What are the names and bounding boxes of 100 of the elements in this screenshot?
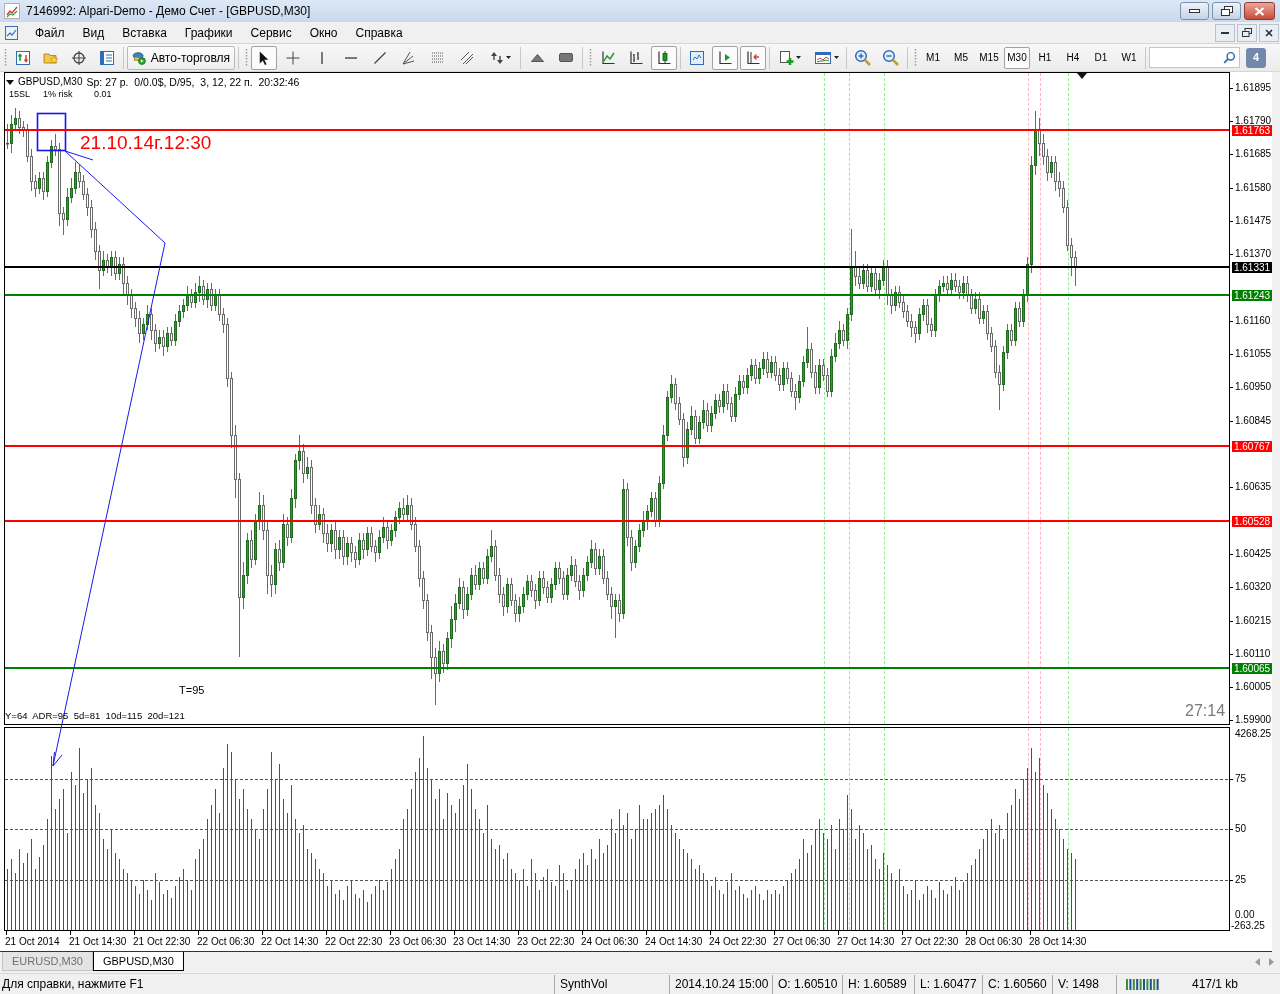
bar-chart-icon	[628, 49, 644, 66]
child-minimize-button[interactable]	[1215, 23, 1235, 42]
menu-item[interactable]: Графики	[175, 23, 242, 42]
autotrading-button[interactable]: Авто-торговля	[127, 45, 235, 70]
time-tick-label: 27 Oct 06:30	[773, 936, 831, 948]
chart-document-icon[interactable]	[4, 24, 20, 41]
price-tick-label: 1.59900	[1235, 714, 1272, 726]
grip-handle-icon[interactable]	[4, 47, 7, 68]
price-tick-label: 1.61580	[1235, 182, 1272, 194]
price-tick-label: 1.61055	[1235, 348, 1272, 360]
menu-item[interactable]: Сервис	[241, 23, 301, 42]
indicator-name: SynthVol	[560, 976, 608, 993]
close-icon	[1254, 6, 1265, 16]
time-tick-label: 21 Oct 2014	[5, 936, 60, 948]
chart-shift-button[interactable]	[740, 45, 766, 70]
search-icon[interactable]	[1223, 51, 1236, 64]
grip-handle-icon[interactable]	[245, 47, 248, 68]
down-triangle-icon[interactable]	[6, 79, 14, 85]
price-tick-label: 1.60005	[1235, 681, 1272, 693]
timeframe-button[interactable]: D1	[1088, 46, 1114, 69]
zoom-out-icon	[882, 48, 900, 67]
chart-tab[interactable]: EURUSD,M30	[2, 952, 93, 971]
page-plus-icon	[777, 49, 794, 66]
timeframe-button[interactable]: M30	[1004, 46, 1030, 69]
price-tick-label: 1.61370	[1235, 248, 1272, 260]
search-field[interactable]	[1149, 47, 1240, 68]
level-tick-label: 50	[1235, 823, 1247, 835]
price-tick-label: 1.60425	[1235, 548, 1272, 560]
time-tick-label: 22 Oct 06:30	[197, 936, 255, 948]
child-restore-button[interactable]	[1237, 23, 1257, 42]
price-tick-label: 1.60635	[1235, 481, 1272, 493]
cursor-button[interactable]	[251, 45, 277, 70]
chart-tab[interactable]: GBPUSD,M30	[92, 952, 184, 971]
high-price: H: 1.60589	[848, 976, 907, 993]
price-level-label: 1.61243	[1232, 290, 1272, 301]
timeframe-button[interactable]: W1	[1116, 46, 1142, 69]
bar-time: 2014.10.24 15:00	[675, 976, 769, 993]
price-tick-label: 1.60845	[1235, 415, 1272, 427]
dotted-grid-icon	[431, 51, 445, 64]
axis-play-icon	[717, 49, 733, 66]
crosshair-icon	[286, 50, 300, 65]
volume-value: V: 1498	[1058, 976, 1099, 993]
list-window-icon	[99, 49, 115, 66]
time-tick-label: 28 Oct 06:30	[965, 936, 1023, 948]
restore-icon	[1242, 28, 1252, 37]
price-tick-label: 1.61475	[1235, 215, 1272, 227]
timeframe-button[interactable]: M1	[920, 46, 946, 69]
fan-lines-icon	[401, 49, 417, 66]
time-tick-label: 24 Oct 22:30	[709, 936, 767, 948]
price-tick-label: 1.61790	[1235, 115, 1272, 126]
symbol-label: GBPUSD,M30	[18, 76, 83, 88]
menu-item[interactable]: Вставка	[113, 23, 176, 42]
price-level-label: 1.61763	[1232, 125, 1272, 136]
highlight-rectangle	[36, 112, 67, 152]
low-price: L: 1.60477	[920, 976, 977, 993]
level-tick-label: 75	[1235, 773, 1247, 785]
time-tick-label: 22 Oct 14:30	[261, 936, 319, 948]
chart-tile-icon	[689, 49, 705, 66]
time-tick-label: 24 Oct 06:30	[581, 936, 639, 948]
grip-handle-icon[interactable]	[589, 47, 592, 68]
time-tick-label: 23 Oct 06:30	[389, 936, 447, 948]
zoom-in-icon	[854, 48, 872, 67]
chart-arrows-icon	[15, 49, 31, 66]
messages-button[interactable]: 4	[1246, 47, 1266, 68]
menu-item[interactable]: Окно	[300, 23, 347, 42]
help-hint: Для справки, нажмите F1	[2, 976, 144, 993]
child-close-button[interactable]	[1259, 23, 1279, 42]
close-button[interactable]	[1244, 2, 1275, 20]
price-tick-label: 1.60110	[1235, 648, 1271, 660]
auto-scroll-button[interactable]	[712, 45, 738, 70]
target-icon	[71, 49, 87, 66]
cursor-icon	[259, 50, 269, 65]
range-label: T=95	[179, 684, 205, 697]
time-tick-label: 21 Oct 14:30	[69, 936, 127, 948]
timeframe-button[interactable]: H1	[1032, 46, 1058, 69]
menu-item[interactable]: Файл	[26, 23, 74, 42]
spread-info: Sp: 27 p. 0/0.0$, D/95, 3, 12, 22 п. 20:32:46	[86, 76, 300, 88]
axis-arrow-icon	[745, 49, 761, 66]
caret-icon	[505, 56, 511, 59]
level-tick-label: 25	[1235, 874, 1247, 886]
timeframe-button[interactable]: M15	[976, 46, 1002, 69]
horizontal-line-icon	[345, 56, 357, 59]
minimize-button[interactable]	[1180, 2, 1209, 20]
menu-item[interactable]: Справка	[346, 23, 412, 42]
price-level-label: 1.60767	[1232, 441, 1272, 452]
timeframe-button[interactable]: H4	[1060, 46, 1086, 69]
time-tick-label: 28 Oct 14:30	[1029, 936, 1087, 948]
grip-handle-icon[interactable]	[914, 47, 917, 68]
menu-item[interactable]: Вид	[73, 23, 114, 42]
stats-label: Y=64 ADR=95 5d=81 10d=115 20d=121	[5, 710, 185, 721]
restore-button[interactable]	[1212, 2, 1241, 20]
scale-min-label: -263.25	[1231, 920, 1265, 931]
caret-icon	[833, 56, 839, 59]
chart-template-icon	[813, 49, 832, 66]
open-price: O: 1.60510	[778, 976, 838, 993]
timeframe-button[interactable]: M5	[948, 46, 974, 69]
close-icon	[1265, 28, 1273, 37]
price-tick-label: 1.61160	[1235, 315, 1271, 327]
price-tick-label: 1.61895	[1235, 82, 1272, 94]
candlestick-button[interactable]	[651, 45, 677, 70]
